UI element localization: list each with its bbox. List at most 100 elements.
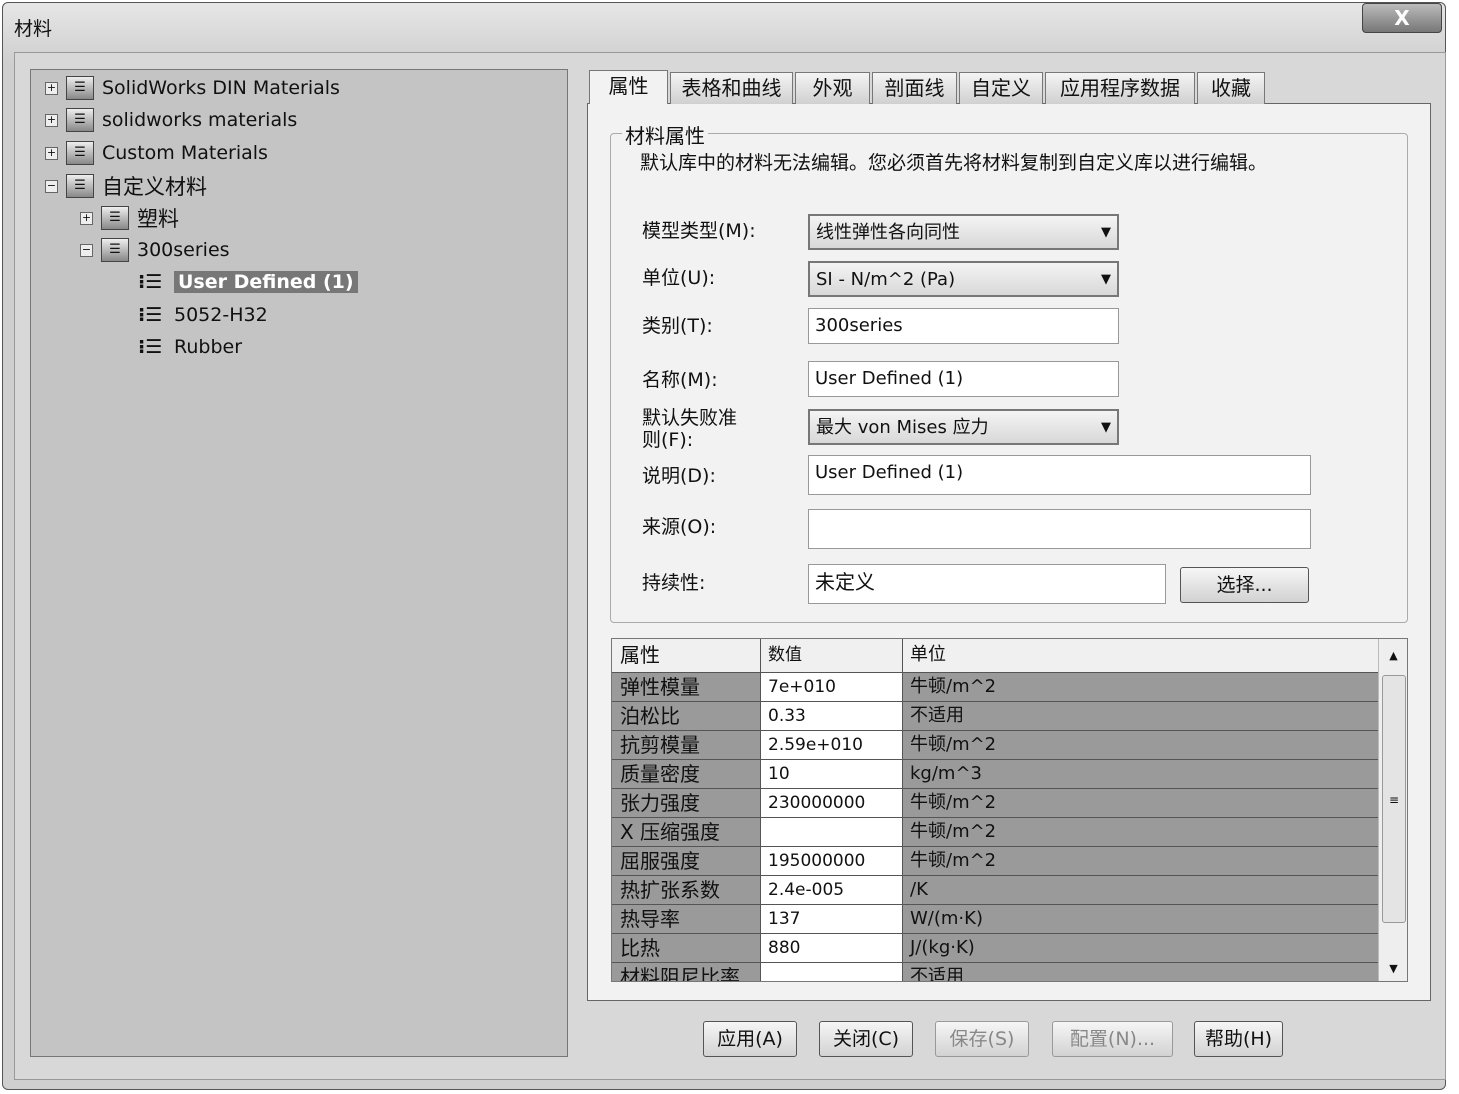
description-field[interactable]: User Defined (1) <box>808 455 1311 495</box>
value-cell[interactable]: 0.33 <box>761 702 903 730</box>
config-button[interactable]: 配置(N)... <box>1052 1021 1173 1057</box>
expand-icon[interactable]: + <box>45 146 58 160</box>
name-field[interactable]: User Defined (1) <box>808 361 1119 397</box>
property-name-cell: 质量密度 <box>612 760 761 788</box>
property-name-cell: 热扩张系数 <box>612 876 761 904</box>
expand-icon[interactable]: + <box>45 113 58 127</box>
tree-item-solidworks-materials[interactable]: + ☰ solidworks materials <box>45 106 297 134</box>
value-cell[interactable] <box>761 963 903 981</box>
unit-cell[interactable]: 不适用 <box>903 702 1378 730</box>
tree-item-user-defined[interactable]: ⁝☰ User Defined (1) <box>138 268 358 296</box>
unit-cell[interactable]: 牛顿/m^2 <box>903 673 1378 701</box>
property-name-cell: 屈服强度 <box>612 847 761 875</box>
unit-cell[interactable]: 牛顿/m^2 <box>903 818 1378 846</box>
help-button[interactable]: 帮助(H) <box>1194 1021 1283 1057</box>
table-row[interactable]: 热导率 137 W/(m·K) <box>612 905 1378 934</box>
column-header: 单位 <box>903 639 1378 672</box>
apply-button[interactable]: 应用(A) <box>703 1021 797 1057</box>
unit-cell[interactable]: 牛顿/m^2 <box>903 789 1378 817</box>
unit-cell[interactable]: 牛顿/m^2 <box>903 731 1378 759</box>
units-label: 单位(U): <box>642 267 716 289</box>
tree-item-label: Rubber <box>174 336 243 358</box>
table-row[interactable]: 质量密度 10 kg/m^3 <box>612 760 1378 789</box>
category-folder-icon: ☰ <box>101 238 129 262</box>
table-row[interactable]: 屈服强度 195000000 牛顿/m^2 <box>612 847 1378 876</box>
tree-item-label: 300series <box>137 239 230 261</box>
scroll-up-icon[interactable]: ▲ <box>1379 649 1407 662</box>
category-field[interactable]: 300series <box>808 308 1119 344</box>
tab-properties[interactable]: 属性 <box>589 70 668 104</box>
table-header: 属性 数值 单位 <box>612 639 1378 673</box>
table-row[interactable]: 抗剪模量 2.59e+010 牛顿/m^2 <box>612 731 1378 760</box>
property-name-cell: 弹性模量 <box>612 673 761 701</box>
value-cell[interactable] <box>761 818 903 846</box>
expand-icon[interactable]: + <box>45 81 58 95</box>
tab-crosshatch[interactable]: 剖面线 <box>872 72 957 104</box>
tab-appearance[interactable]: 外观 <box>795 72 870 104</box>
source-field[interactable] <box>808 509 1311 549</box>
source-label: 来源(O): <box>642 516 717 538</box>
tree-item-custom-materials[interactable]: + ☰ Custom Materials <box>45 139 268 167</box>
unit-cell[interactable]: /K <box>903 876 1378 904</box>
value-cell[interactable]: 2.4e-005 <box>761 876 903 904</box>
value-cell[interactable]: 230000000 <box>761 789 903 817</box>
category-folder-icon: ☰ <box>101 206 129 230</box>
category-label: 类别(T): <box>642 315 713 337</box>
expand-icon[interactable]: + <box>80 211 93 225</box>
close-button[interactable]: X <box>1362 3 1442 33</box>
library-folder-icon: ☰ <box>66 108 94 132</box>
value-cell[interactable]: 2.59e+010 <box>761 731 903 759</box>
tab-application-data[interactable]: 应用程序数据 <box>1045 72 1195 104</box>
failure-criterion-dropdown[interactable]: 最大 von Mises 应力 ▼ <box>808 409 1119 445</box>
table-row[interactable]: 材料阻尼比率 不适用 <box>612 963 1378 981</box>
material-icon: ⁝☰ <box>138 304 163 326</box>
table-row[interactable]: 张力强度 230000000 牛顿/m^2 <box>612 789 1378 818</box>
table-row[interactable]: X 压缩强度 牛顿/m^2 <box>612 818 1378 847</box>
property-name-cell: 泊松比 <box>612 702 761 730</box>
value-cell[interactable]: 10 <box>761 760 903 788</box>
value-cell[interactable]: 7e+010 <box>761 673 903 701</box>
value-cell[interactable]: 880 <box>761 934 903 962</box>
table-row[interactable]: 比热 880 J/(kg·K) <box>612 934 1378 963</box>
table-scrollbar[interactable]: ▲ ≡ ▼ <box>1378 639 1407 981</box>
tree-item-label: solidworks materials <box>102 109 298 131</box>
property-name-cell: 热导率 <box>612 905 761 933</box>
value-cell[interactable]: 137 <box>761 905 903 933</box>
collapse-icon[interactable]: − <box>45 179 58 193</box>
property-name-cell: X 压缩强度 <box>612 818 761 846</box>
tree-item-5052-h32[interactable]: ⁝☰ 5052-H32 <box>138 301 268 329</box>
tree-item-rubber[interactable]: ⁝☰ Rubber <box>138 333 242 361</box>
unit-cell[interactable]: 不适用 <box>903 963 1378 981</box>
tree-item-label: 塑料 <box>137 207 179 231</box>
tab-custom[interactable]: 自定义 <box>959 72 1043 104</box>
tab-tables-curves[interactable]: 表格和曲线 <box>670 72 793 104</box>
tree-item-plastics[interactable]: + ☰ 塑料 <box>80 204 179 232</box>
close-dialog-button[interactable]: 关闭(C) <box>819 1021 913 1057</box>
property-name-cell: 张力强度 <box>612 789 761 817</box>
scroll-down-icon[interactable]: ▼ <box>1379 962 1407 975</box>
unit-cell[interactable]: kg/m^3 <box>903 760 1378 788</box>
tree-item-user-library[interactable]: − ☰ 自定义材料 <box>45 172 207 200</box>
unit-cell[interactable]: W/(m·K) <box>903 905 1378 933</box>
model-type-dropdown[interactable]: 线性弹性各向同性 ▼ <box>808 214 1119 250</box>
units-dropdown[interactable]: SI - N/m^2 (Pa) ▼ <box>808 261 1119 297</box>
table-row[interactable]: 泊松比 0.33 不适用 <box>612 702 1378 731</box>
failure-criterion-value: 最大 von Mises 应力 <box>816 417 989 438</box>
collapse-icon[interactable]: − <box>80 243 93 257</box>
value-cell[interactable]: 195000000 <box>761 847 903 875</box>
unit-cell[interactable]: 牛顿/m^2 <box>903 847 1378 875</box>
units-value: SI - N/m^2 (Pa) <box>816 269 956 290</box>
scrollbar-thumb[interactable]: ≡ <box>1382 675 1406 923</box>
library-folder-icon: ☰ <box>66 76 94 100</box>
unit-cell[interactable]: J/(kg·K) <box>903 934 1378 962</box>
tree-item-300series[interactable]: − ☰ 300series <box>80 236 230 264</box>
table-row[interactable]: 弹性模量 7e+010 牛顿/m^2 <box>612 673 1378 702</box>
table-row[interactable]: 热扩张系数 2.4e-005/K <box>612 876 1378 905</box>
tree-item-solidworks-din[interactable]: + ☰ SolidWorks DIN Materials <box>45 74 340 102</box>
save-button[interactable]: 保存(S) <box>935 1021 1029 1057</box>
property-name-cell: 比热 <box>612 934 761 962</box>
window-title: 材料 <box>14 18 53 40</box>
select-button[interactable]: 选择... <box>1180 567 1309 603</box>
sustainability-label: 持续性: <box>642 572 706 594</box>
tab-favorites[interactable]: 收藏 <box>1197 72 1265 104</box>
